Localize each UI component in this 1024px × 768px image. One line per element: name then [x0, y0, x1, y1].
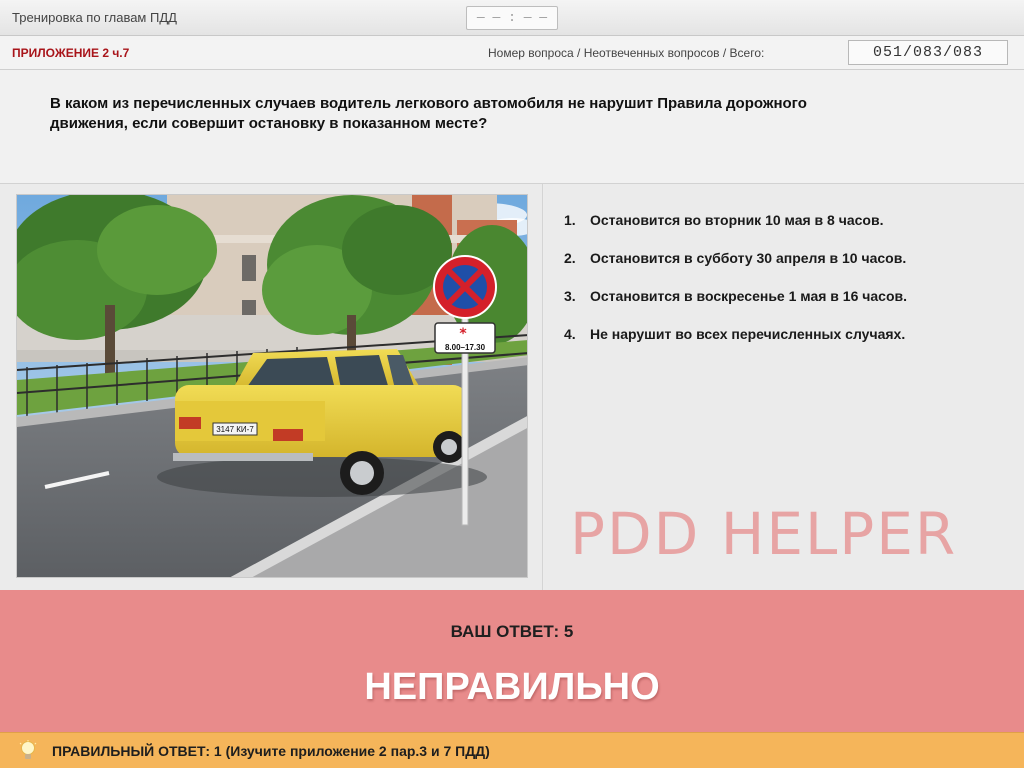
- watermark-text: PDD HELPER: [570, 500, 958, 568]
- sign-time-end: 17.30: [465, 343, 486, 352]
- question-counter-label: Номер вопроса / Неотвеченных вопросов / …: [488, 46, 765, 60]
- license-plate: 3147 КИ-7: [216, 425, 254, 434]
- answer-option-3[interactable]: 3. Остановится в воскресенье 1 мая в 16 ч…: [564, 288, 907, 326]
- street-scene-illustration: 3147 КИ-7 * 8.00–17.30: [17, 195, 527, 577]
- your-answer: ВАШ ОТВЕТ: 5: [450, 622, 574, 641]
- image-panel: 3147 КИ-7 * 8.00–17.30: [0, 184, 543, 590]
- answer-list: 1. Остановится во вторник 10 мая в 8 часо…: [564, 212, 907, 364]
- question-panel: В каком из перечисленных случаев водител…: [0, 70, 1024, 184]
- correct-answer-text: ПРАВИЛЬНЫЙ ОТВЕТ: 1 (Изучите приложение …: [52, 743, 490, 759]
- answer-number: 3.: [564, 288, 576, 304]
- answer-number: 4.: [564, 326, 576, 342]
- sign-time-start: 8.00: [445, 343, 461, 352]
- answer-number: 1.: [564, 212, 576, 228]
- correct-answer-bar: ПРАВИЛЬНЫЙ ОТВЕТ: 1 (Изучите приложение …: [0, 732, 1024, 768]
- answer-text: Остановится во вторник 10 мая в 8 часов.: [590, 212, 884, 228]
- result-panel: ВАШ ОТВЕТ: 5 НЕПРАВИЛЬНО: [0, 590, 1024, 732]
- answer-option-2[interactable]: 2. Остановится в субботу 30 апреля в 10 ч…: [564, 250, 907, 288]
- verdict-text: НЕПРАВИЛЬНО: [364, 666, 660, 708]
- lightbulb-icon: [19, 740, 37, 759]
- section-label: ПРИЛОЖЕНИЕ 2 ч.7: [12, 46, 130, 60]
- answer-option-1[interactable]: 1. Остановится во вторник 10 мая в 8 часо…: [564, 212, 907, 250]
- answer-text: Остановится в воскресенье 1 мая в 16 час…: [590, 288, 907, 304]
- answer-text: Не нарушит во всех перечисленных случаях…: [590, 326, 906, 342]
- question-text: В каком из перечисленных случаев водител…: [50, 95, 807, 132]
- timer-display: — — : — —: [466, 6, 558, 30]
- top-bar: Тренировка по главам ПДД — — : — —: [0, 0, 1024, 36]
- answer-text: Остановится в субботу 30 апреля в 10 час…: [590, 250, 907, 266]
- answer-option-4[interactable]: 4. Не нарушит во всех перечисленных случа…: [564, 326, 907, 364]
- svg-text:*: *: [459, 326, 467, 342]
- answer-number: 2.: [564, 250, 576, 266]
- question-image: 3147 КИ-7 * 8.00–17.30: [16, 194, 528, 578]
- info-bar: ПРИЛОЖЕНИЕ 2 ч.7 Номер вопроса / Неотвеч…: [0, 36, 1024, 70]
- svg-text:8.00–17.30: 8.00–17.30: [445, 343, 486, 352]
- mode-title: Тренировка по главам ПДД: [12, 10, 177, 25]
- question-counter: 051/083/083: [848, 40, 1008, 65]
